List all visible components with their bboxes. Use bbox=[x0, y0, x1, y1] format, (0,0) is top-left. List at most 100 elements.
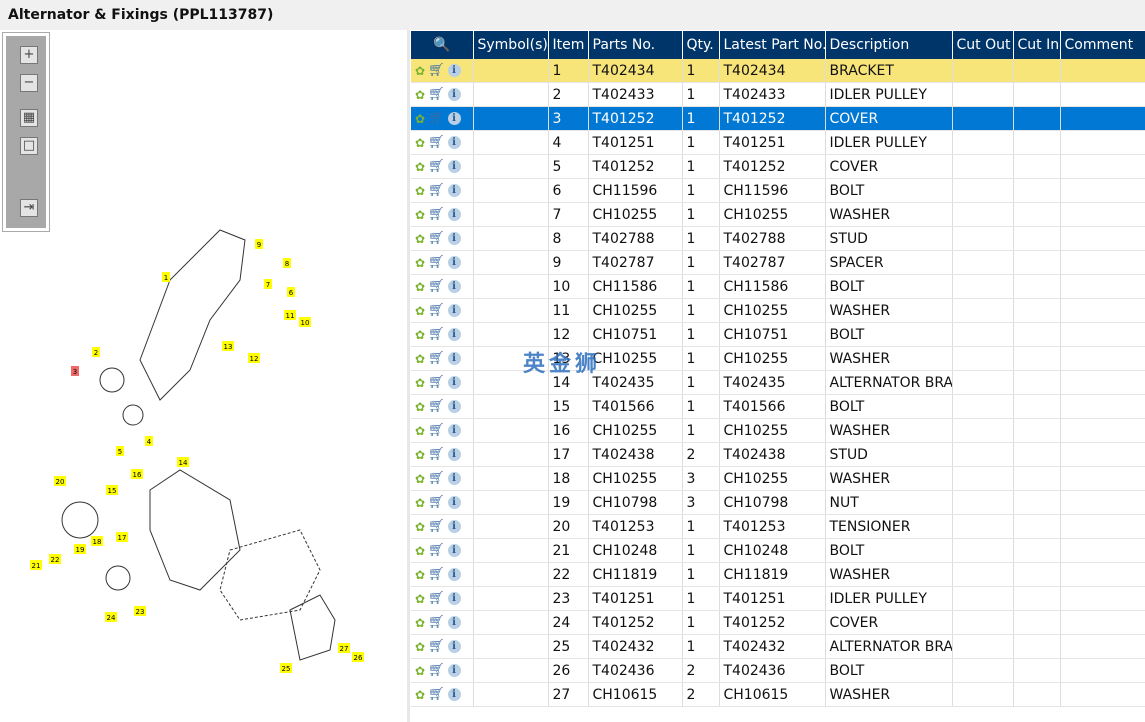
info-icon[interactable]: i bbox=[447, 160, 461, 173]
gear-icon[interactable]: ✿ bbox=[415, 88, 425, 102]
gear-icon[interactable]: ✿ bbox=[415, 568, 425, 582]
table-row[interactable]: ✿ 🛒︎ i 12 CH10751 1 CH10751 BOLT bbox=[411, 322, 1145, 347]
info-icon[interactable]: i bbox=[447, 592, 461, 605]
info-icon[interactable]: i bbox=[447, 376, 461, 389]
table-row[interactable]: ✿ 🛒︎ i 10 CH11586 1 CH11586 BOLT bbox=[411, 274, 1145, 299]
cart-icon[interactable]: 🛒︎ bbox=[428, 183, 445, 198]
gear-icon[interactable]: ✿ bbox=[415, 400, 425, 414]
table-row[interactable]: ✿ 🛒︎ i 1 T402434 1 T402434 BRACKET bbox=[411, 59, 1145, 83]
cart-icon[interactable]: 🛒︎ bbox=[428, 303, 445, 318]
cart-icon[interactable]: 🛒︎ bbox=[428, 399, 445, 414]
info-icon[interactable]: i bbox=[447, 328, 461, 341]
column-header[interactable]: Qty. bbox=[682, 31, 720, 59]
gear-icon[interactable]: ✿ bbox=[415, 208, 425, 222]
actual-size-button[interactable]: □ bbox=[20, 137, 38, 155]
cart-icon[interactable]: 🛒︎ bbox=[428, 111, 445, 126]
table-row[interactable]: ✿ 🛒︎ i 21 CH10248 1 CH10248 BOLT bbox=[411, 538, 1145, 563]
callout-label[interactable]: 24 bbox=[107, 614, 116, 622]
info-icon[interactable]: i bbox=[447, 616, 461, 629]
cart-icon[interactable]: 🛒︎ bbox=[428, 615, 445, 630]
cart-icon[interactable]: 🛒︎ bbox=[428, 639, 445, 654]
table-row[interactable]: ✿ 🛒︎ i 14 T402435 1 T402435 ALTERNATOR BRA bbox=[411, 370, 1145, 395]
callout-label[interactable]: 19 bbox=[76, 546, 85, 554]
cart-icon[interactable]: 🛒︎ bbox=[428, 543, 445, 558]
callout-label[interactable]: 5 bbox=[118, 448, 122, 456]
column-header[interactable]: Symbol(s) bbox=[473, 31, 549, 59]
search-parts-icon[interactable]: 🔍 bbox=[433, 37, 450, 53]
info-icon[interactable]: i bbox=[447, 64, 461, 77]
cart-icon[interactable]: 🛒︎ bbox=[428, 327, 445, 342]
zoom-in-button[interactable]: + bbox=[20, 46, 38, 64]
info-icon[interactable]: i bbox=[447, 232, 461, 245]
info-icon[interactable]: i bbox=[447, 496, 461, 509]
column-header[interactable]: Cut Out bbox=[952, 31, 1014, 59]
table-row[interactable]: ✿ 🛒︎ i 18 CH10255 3 CH10255 WASHER bbox=[411, 466, 1145, 491]
gear-icon[interactable]: ✿ bbox=[415, 688, 425, 702]
gear-icon[interactable]: ✿ bbox=[415, 376, 425, 390]
gear-icon[interactable]: ✿ bbox=[415, 184, 425, 198]
info-icon[interactable]: i bbox=[447, 472, 461, 485]
gear-icon[interactable]: ✿ bbox=[415, 664, 425, 678]
callout-label[interactable]: 14 bbox=[179, 459, 188, 467]
info-icon[interactable]: i bbox=[447, 208, 461, 221]
table-row[interactable]: ✿ 🛒︎ i 17 T402438 2 T402438 STUD bbox=[411, 442, 1145, 467]
table-row[interactable]: ✿ 🛒︎ i 7 CH10255 1 CH10255 WASHER bbox=[411, 202, 1145, 227]
cart-icon[interactable]: 🛒︎ bbox=[428, 567, 445, 582]
gear-icon[interactable]: ✿ bbox=[415, 160, 425, 174]
table-row[interactable]: ✿ 🛒︎ i 24 T401252 1 T401252 COVER bbox=[411, 610, 1145, 635]
gear-icon[interactable]: ✿ bbox=[415, 520, 425, 534]
info-icon[interactable]: i bbox=[447, 400, 461, 413]
callout-label[interactable]: 16 bbox=[133, 471, 142, 479]
table-row[interactable]: ✿ 🛒︎ i 5 T401252 1 T401252 COVER bbox=[411, 154, 1145, 179]
info-icon[interactable]: i bbox=[447, 280, 461, 293]
gear-icon[interactable]: ✿ bbox=[415, 640, 425, 654]
cart-icon[interactable]: 🛒︎ bbox=[428, 135, 445, 150]
gear-icon[interactable]: ✿ bbox=[415, 64, 425, 78]
table-row[interactable]: ✿ 🛒︎ i 6 CH11596 1 CH11596 BOLT bbox=[411, 178, 1145, 203]
gear-icon[interactable]: ✿ bbox=[415, 304, 425, 318]
gear-icon[interactable]: ✿ bbox=[415, 232, 425, 246]
callout-label[interactable]: 11 bbox=[286, 312, 295, 320]
column-header-search[interactable]: 🔍 bbox=[411, 31, 474, 59]
column-header[interactable]: Comment bbox=[1060, 31, 1145, 59]
exploded-diagram[interactable]: 1234567891011121314151617181920212223242… bbox=[0, 30, 407, 722]
column-header[interactable]: Cut In bbox=[1013, 31, 1061, 59]
cart-icon[interactable]: 🛒︎ bbox=[428, 519, 445, 534]
table-row[interactable]: ✿ 🛒︎ i 25 T402432 1 T402432 ALTERNATOR BRA bbox=[411, 634, 1145, 659]
callout-label[interactable]: 13 bbox=[224, 343, 233, 351]
info-icon[interactable]: i bbox=[447, 424, 461, 437]
callout-label[interactable]: 4 bbox=[147, 438, 152, 446]
column-header[interactable]: Parts No. bbox=[588, 31, 683, 59]
callout-label[interactable]: 27 bbox=[340, 645, 349, 653]
gear-icon[interactable]: ✿ bbox=[415, 448, 425, 462]
gear-icon[interactable]: ✿ bbox=[415, 496, 425, 510]
table-row[interactable]: ✿ 🛒︎ i 26 T402436 2 T402436 BOLT bbox=[411, 658, 1145, 683]
cart-icon[interactable]: 🛒︎ bbox=[428, 423, 445, 438]
callout-label[interactable]: 3 bbox=[73, 368, 77, 376]
callout-label[interactable]: 18 bbox=[93, 538, 102, 546]
gear-icon[interactable]: ✿ bbox=[415, 352, 425, 366]
callout-label[interactable]: 10 bbox=[301, 319, 310, 327]
cart-icon[interactable]: 🛒︎ bbox=[428, 687, 445, 702]
info-icon[interactable]: i bbox=[447, 448, 461, 461]
gear-icon[interactable]: ✿ bbox=[415, 256, 425, 270]
table-row[interactable]: ✿ 🛒︎ i 20 T401253 1 T401253 TENSIONER bbox=[411, 514, 1145, 539]
callout-label[interactable]: 9 bbox=[257, 241, 261, 249]
table-row[interactable]: ✿ 🛒︎ i 13 CH10255 1 CH10255 WASHER bbox=[411, 346, 1145, 371]
info-icon[interactable]: i bbox=[447, 568, 461, 581]
cart-icon[interactable]: 🛒︎ bbox=[428, 87, 445, 102]
gear-icon[interactable]: ✿ bbox=[415, 544, 425, 558]
table-row[interactable]: ✿ 🛒︎ i 22 CH11819 1 CH11819 WASHER bbox=[411, 562, 1145, 587]
cart-icon[interactable]: 🛒︎ bbox=[428, 351, 445, 366]
gear-icon[interactable]: ✿ bbox=[415, 328, 425, 342]
table-row[interactable]: ✿ 🛒︎ i 3 T401252 1 T401252 COVER bbox=[411, 106, 1145, 131]
table-row[interactable]: ✿ 🛒︎ i 27 CH10615 2 CH10615 WASHER bbox=[411, 682, 1145, 707]
cart-icon[interactable]: 🛒︎ bbox=[428, 447, 445, 462]
cart-icon[interactable]: 🛒︎ bbox=[428, 591, 445, 606]
gear-icon[interactable]: ✿ bbox=[415, 136, 425, 150]
info-icon[interactable]: i bbox=[447, 136, 461, 149]
callout-label[interactable]: 25 bbox=[282, 665, 291, 673]
cart-icon[interactable]: 🛒︎ bbox=[428, 63, 445, 78]
cart-icon[interactable]: 🛒︎ bbox=[428, 495, 445, 510]
cart-icon[interactable]: 🛒︎ bbox=[428, 207, 445, 222]
